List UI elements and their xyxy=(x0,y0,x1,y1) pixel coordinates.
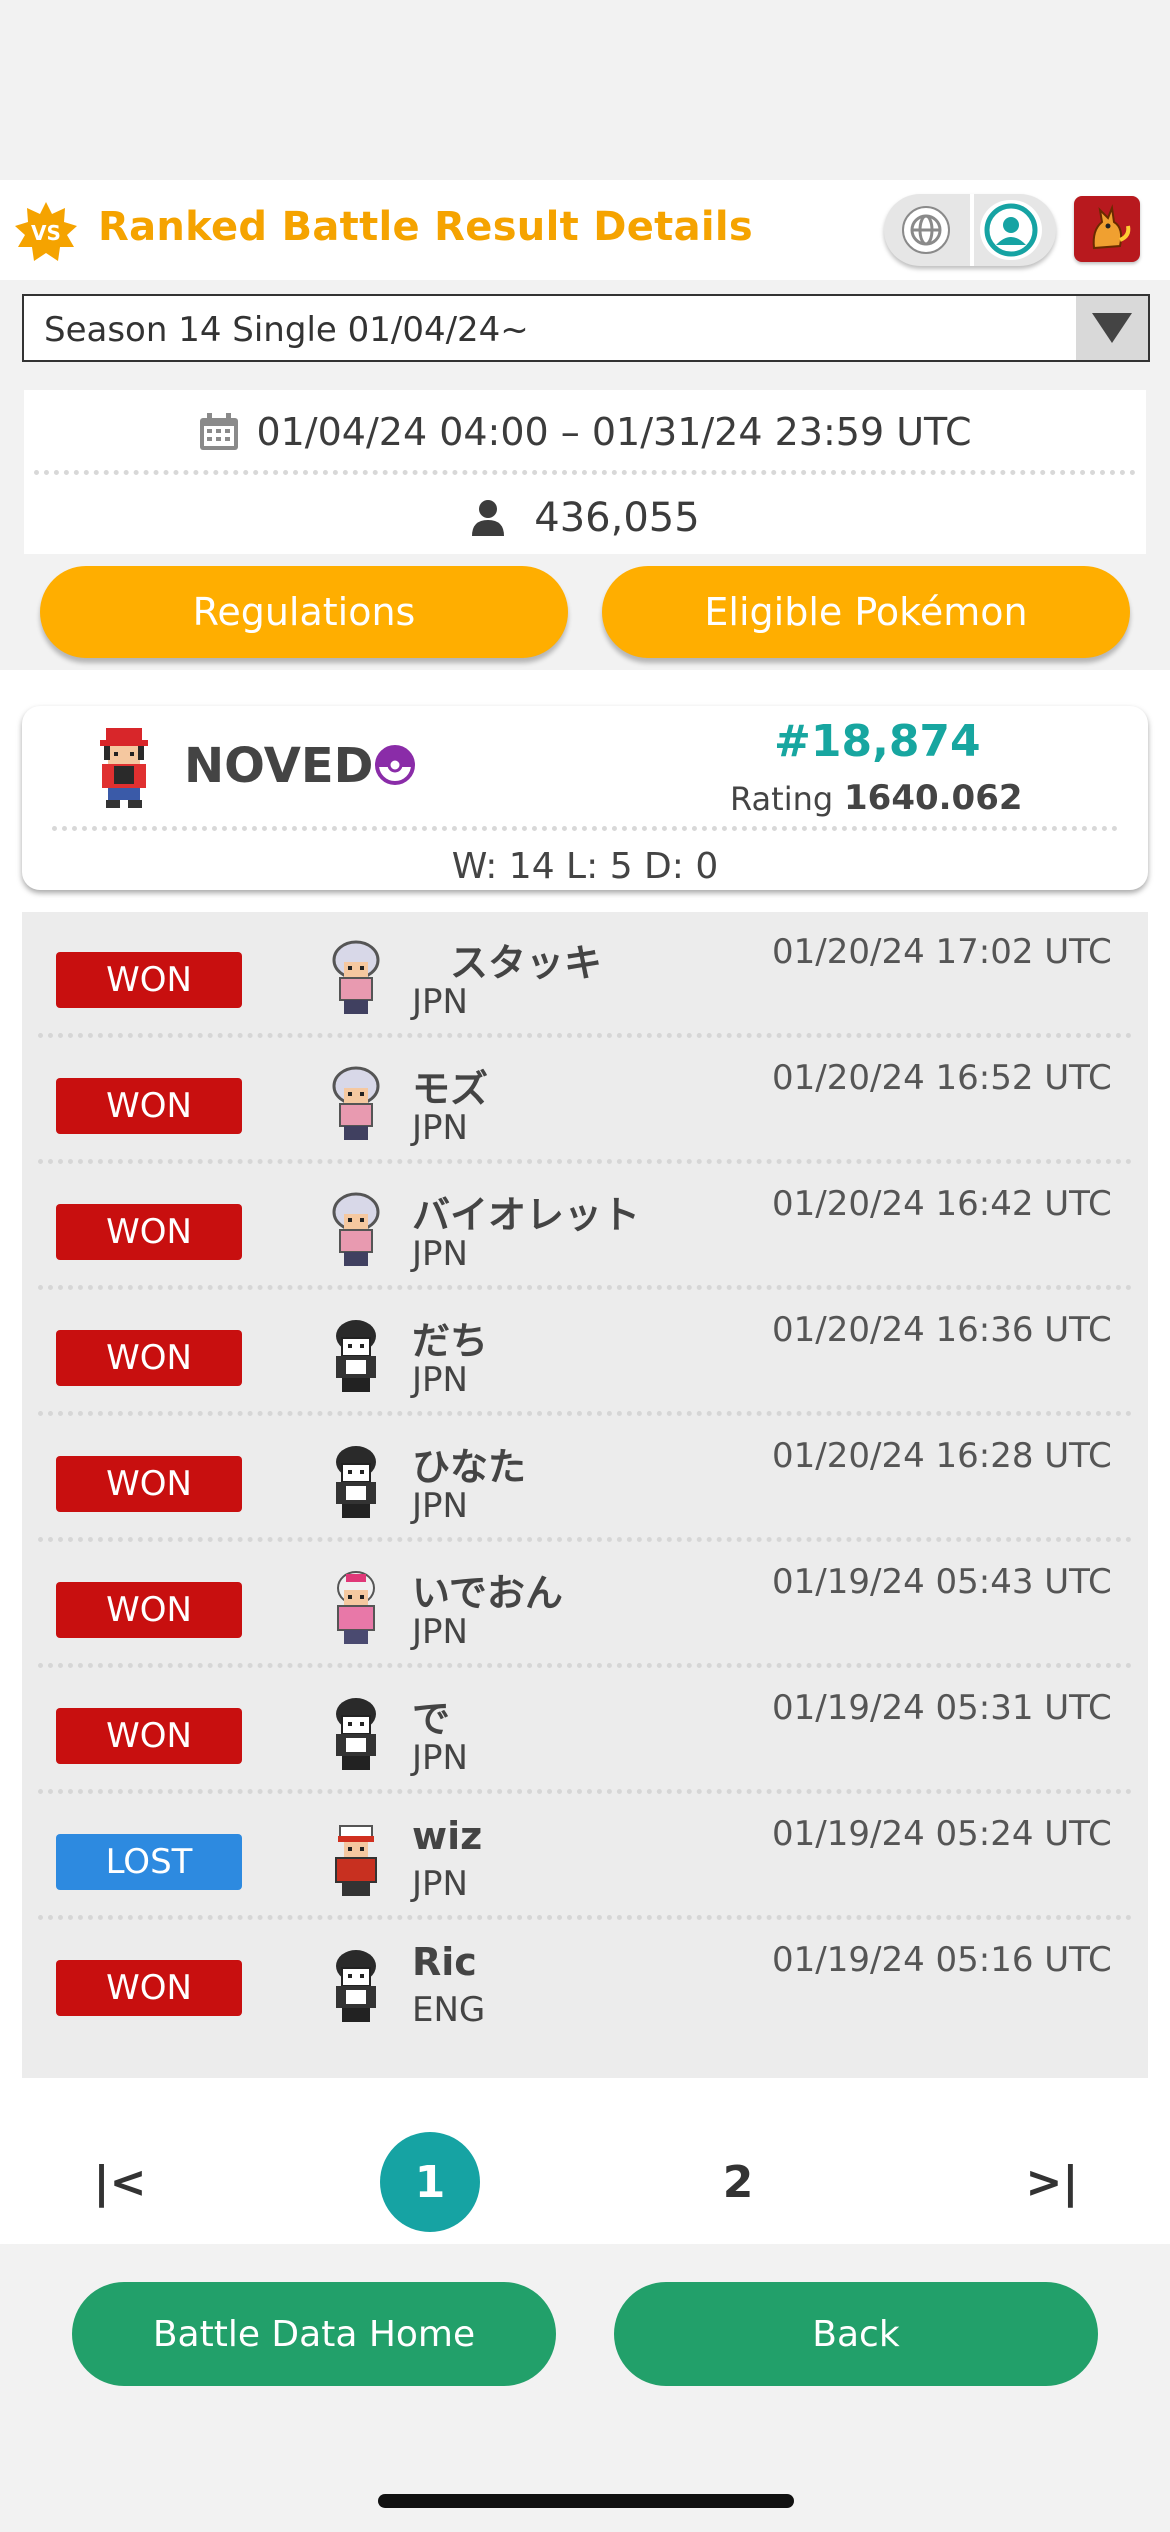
profile-pokemon-icon[interactable] xyxy=(1074,196,1140,262)
result-badge: LOST xyxy=(56,1834,242,1890)
eligible-pokemon-button[interactable]: Eligible Pokémon xyxy=(602,566,1130,658)
battle-row[interactable]: WON で JPN 01/19/24 05:31 UTC xyxy=(22,1668,1148,1794)
rating-label: Rating xyxy=(730,780,834,818)
first-page-button[interactable]: |< xyxy=(70,2132,170,2232)
player-card: NOVED #18,874 Rating 1640.062 W: 14 L: 5… xyxy=(22,706,1148,890)
opponent-country: JPN xyxy=(412,1864,468,1904)
opponent-country: JPN xyxy=(412,1234,468,1274)
battle-time: 01/20/24 17:02 UTC xyxy=(772,932,1112,972)
result-badge: WON xyxy=(56,952,242,1008)
result-badge: WON xyxy=(56,1708,242,1764)
regulations-button[interactable]: Regulations xyxy=(40,566,568,658)
opponent-country: JPN xyxy=(412,1612,468,1652)
battle-time: 01/19/24 05:16 UTC xyxy=(772,1940,1112,1980)
rating-value: 1640.062 xyxy=(844,778,1023,818)
battle-row[interactable]: WON ひなた JPN 01/20/24 16:28 UTC xyxy=(22,1416,1148,1542)
opponent-name: Ric xyxy=(412,1940,477,1984)
battle-row[interactable]: LOST wiz JPN 01/19/24 05:24 UTC xyxy=(22,1794,1148,1920)
trainer-girl-icon xyxy=(332,1192,380,1266)
trainer-dark-icon xyxy=(336,1320,376,1392)
battle-time: 01/20/24 16:42 UTC xyxy=(772,1184,1112,1224)
dotted-divider xyxy=(52,826,1118,831)
battle-time: 01/20/24 16:28 UTC xyxy=(772,1436,1112,1476)
battle-row[interactable]: WON スタッキ JPN 01/20/24 17:02 UTC xyxy=(22,912,1148,1038)
opponent-name: で xyxy=(412,1697,451,1741)
account-button[interactable] xyxy=(980,200,1042,260)
trainer-dark-icon xyxy=(336,1950,376,2022)
player-rank: #18,874 xyxy=(774,716,981,767)
battle-time: 01/19/24 05:31 UTC xyxy=(772,1688,1112,1728)
opponent-name: スタッキ xyxy=(412,941,603,985)
trainer-girl-icon xyxy=(332,1066,380,1140)
trainer-girl-icon xyxy=(332,940,380,1014)
vs-badge-text: VS xyxy=(31,221,61,245)
season-period: 01/04/24 04:00 – 01/31/24 23:59 UTC xyxy=(256,410,972,454)
result-badge: WON xyxy=(56,1456,242,1512)
result-badge: WON xyxy=(56,1330,242,1386)
battle-row[interactable]: WON バイオレット JPN 01/20/24 16:42 UTC xyxy=(22,1164,1148,1290)
participants-row: 436,055 xyxy=(24,490,1146,546)
battle-time: 01/20/24 16:36 UTC xyxy=(772,1310,1112,1350)
status-bar-area xyxy=(0,0,1170,180)
opponent-country: JPN xyxy=(412,1360,468,1400)
opponent-country: JPN xyxy=(412,982,468,1022)
globe-icon[interactable] xyxy=(900,204,952,256)
calendar-icon xyxy=(200,413,239,450)
battle-time: 01/19/24 05:24 UTC xyxy=(772,1814,1112,1854)
opponent-country: ENG xyxy=(412,1990,486,2030)
app-header: VS Ranked Battle Result Details xyxy=(0,180,1170,280)
page-title: Ranked Battle Result Details xyxy=(98,204,754,250)
trainer-pink-icon xyxy=(337,1571,375,1644)
battle-row[interactable]: WON Ric ENG 01/19/24 05:16 UTC xyxy=(22,1920,1148,2046)
battle-data-home-button[interactable]: Battle Data Home xyxy=(72,2282,556,2386)
battle-time: 01/19/24 05:43 UTC xyxy=(772,1562,1112,1602)
season-select-value: Season 14 Single 01/04/24~ xyxy=(44,310,529,350)
trainer-red-icon xyxy=(335,1825,377,1896)
season-select[interactable]: Season 14 Single 01/04/24~ xyxy=(22,294,1150,362)
page-2-button[interactable]: 2 xyxy=(688,2132,788,2232)
back-button[interactable]: Back xyxy=(614,2282,1098,2386)
dropdown-arrow-icon[interactable] xyxy=(1076,296,1148,360)
result-badge: WON xyxy=(56,1582,242,1638)
result-badge: WON xyxy=(56,1204,242,1260)
result-badge: WON xyxy=(56,1960,242,2016)
person-icon xyxy=(472,500,505,536)
battle-list: WON スタッキ JPN 01/20/24 17:02 UTC WON モズ J… xyxy=(22,912,1148,2078)
opponent-country: JPN xyxy=(412,1738,468,1778)
result-badge: WON xyxy=(56,1078,242,1134)
win-loss-record: W: 14 L: 5 D: 0 xyxy=(451,846,719,887)
opponent-country: JPN xyxy=(412,1108,468,1148)
battle-row[interactable]: WON モズ JPN 01/20/24 16:52 UTC xyxy=(22,1038,1148,1164)
battle-row[interactable]: WON だち JPN 01/20/24 16:36 UTC xyxy=(22,1290,1148,1416)
vs-badge-icon: VS xyxy=(15,202,77,261)
player-trainer-icon xyxy=(100,728,148,808)
user-icon xyxy=(984,203,1038,257)
opponent-country: JPN xyxy=(412,1486,468,1526)
season-period-row: 01/04/24 04:00 – 01/31/24 23:59 UTC xyxy=(24,404,1146,460)
home-indicator[interactable] xyxy=(378,2494,794,2508)
header-actions xyxy=(884,194,1056,266)
opponent-name: だち xyxy=(412,1319,489,1363)
pill-divider xyxy=(970,194,974,266)
page-1-button[interactable]: 1 xyxy=(380,2132,480,2232)
pagination: |< 1 2 >| xyxy=(0,2126,1170,2236)
last-page-button[interactable]: >| xyxy=(1002,2132,1102,2232)
opponent-name: wiz xyxy=(412,1814,483,1858)
opponent-name: ひなた xyxy=(412,1445,527,1489)
battle-row[interactable]: WON いでおん JPN 01/19/24 05:43 UTC xyxy=(22,1542,1148,1668)
opponent-name: バイオレット xyxy=(412,1193,641,1237)
participants-count: 436,055 xyxy=(534,495,700,541)
dotted-divider xyxy=(34,470,1136,475)
trainer-dark-icon xyxy=(336,1698,376,1770)
opponent-name: いでおん xyxy=(412,1571,563,1615)
opponent-name: モズ xyxy=(412,1067,489,1111)
battle-time: 01/20/24 16:52 UTC xyxy=(772,1058,1112,1098)
trainer-dark-icon xyxy=(336,1446,376,1518)
season-info: 01/04/24 04:00 – 01/31/24 23:59 UTC 436,… xyxy=(24,390,1146,554)
pokeball-icon xyxy=(375,745,415,785)
player-name: NOVED xyxy=(184,738,374,794)
